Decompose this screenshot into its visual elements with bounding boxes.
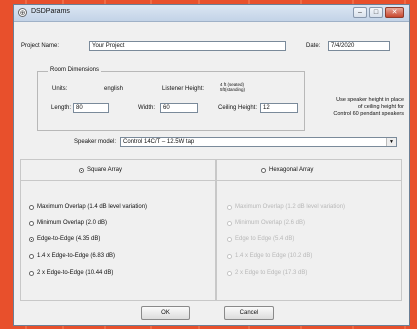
dsdparams-window: ⊕ DSDParams – □ ✕ Project Name: Your Pro… [13, 4, 410, 326]
cancel-button[interactable]: Cancel [224, 306, 274, 320]
speaker-model-label: Speaker model: [74, 139, 117, 145]
radio-selected-icon [79, 167, 84, 173]
radio-icon [227, 253, 232, 259]
ok-button[interactable]: OK [141, 306, 190, 320]
minimize-button[interactable]: – [353, 7, 367, 18]
listener-height-label: Listener Height: [162, 86, 205, 92]
close-button[interactable]: ✕ [385, 7, 404, 18]
hex-option-label: Minimum Overlap (2.6 dB) [235, 220, 306, 226]
radio-icon [29, 220, 34, 226]
hex-option-radio: Maximum Overlap (1.2 dB level variation) [227, 204, 345, 210]
length-label: Length: [51, 105, 72, 111]
hexagonal-array-panel: Hexagonal Array Maximum Overlap (1.2 dB … [216, 159, 402, 301]
radio-selected-icon [29, 236, 34, 242]
hex-option-label: Edge to Edge (5.4 dB) [235, 236, 295, 242]
radio-icon [29, 204, 34, 210]
room-dimensions-title: Room Dimensions [48, 67, 102, 73]
ceiling-height-input[interactable]: 12 [260, 103, 298, 113]
listener-height-value: 4 ft (seated) 5ft(standing) [220, 82, 246, 92]
window-title: DSDParams [31, 8, 70, 15]
square-option-label: 2 x Edge-to-Edge (10.44 dB) [37, 270, 114, 276]
chevron-down-icon[interactable]: ▼ [386, 138, 396, 146]
room-dimensions-group: Room Dimensions Units: english Listener … [37, 67, 305, 131]
radio-icon [261, 167, 266, 173]
square-option-radio[interactable]: 2 x Edge-to-Edge (10.44 dB) [29, 270, 113, 276]
app-icon: ⊕ [18, 8, 27, 17]
title-bar[interactable]: ⊕ DSDParams – □ ✕ [14, 5, 409, 22]
speaker-height-note: Use speaker height in place of ceiling h… [333, 97, 404, 117]
hex-option-radio: Minimum Overlap (2.6 dB) [227, 220, 305, 226]
date-input[interactable]: 7/4/2020 [328, 41, 390, 51]
square-array-radio[interactable]: Square Array [79, 167, 122, 173]
hexagonal-array-header: Hexagonal Array [217, 160, 401, 181]
project-name-input[interactable]: Your Project [89, 41, 286, 51]
square-option-radio[interactable]: Minimum Overlap (2.0 dB) [29, 220, 107, 226]
square-option-label: Maximum Overlap (1.4 dB level variation) [37, 204, 148, 210]
radio-icon [29, 253, 34, 259]
radio-icon [227, 236, 232, 242]
radio-icon [227, 220, 232, 226]
square-option-radio[interactable]: 1.4 x Edge-to-Edge (6.83 dB) [29, 253, 115, 259]
maximize-button[interactable]: □ [369, 7, 383, 18]
length-input[interactable]: 80 [73, 103, 109, 113]
square-array-panel: Square Array Maximum Overlap (1.4 dB lev… [20, 159, 216, 301]
hex-option-label: 2 x Edge to Edge (17.3 dB) [235, 270, 308, 276]
speaker-model-value: Control 14C/T – 12.5W tap [123, 139, 195, 145]
square-array-header: Square Array [21, 160, 215, 181]
units-label: Units: [52, 86, 68, 92]
square-option-radio[interactable]: Edge-to-Edge (4.35 dB) [29, 236, 100, 242]
square-option-label: Minimum Overlap (2.0 dB) [37, 220, 108, 226]
hex-option-radio: 2 x Edge to Edge (17.3 dB) [227, 270, 307, 276]
project-name-label: Project Name: [21, 43, 60, 49]
date-label: Date: [306, 43, 321, 49]
square-option-radio[interactable]: Maximum Overlap (1.4 dB level variation) [29, 204, 147, 210]
radio-icon [29, 270, 34, 276]
hex-option-label: Maximum Overlap (1.2 dB level variation) [235, 204, 346, 210]
width-input[interactable]: 60 [160, 103, 198, 113]
hexagonal-array-label: Hexagonal Array [269, 167, 314, 173]
hexagonal-array-radio[interactable]: Hexagonal Array [261, 167, 313, 173]
radio-icon [227, 204, 232, 210]
radio-icon [227, 270, 232, 276]
units-value: english [104, 86, 124, 92]
square-option-label: 1.4 x Edge-to-Edge (6.83 dB) [37, 253, 116, 259]
square-option-label: Edge-to-Edge (4.35 dB) [37, 236, 101, 242]
square-array-label: Square Array [87, 167, 123, 173]
speaker-model-select[interactable]: Control 14C/T – 12.5W tap ▼ [120, 137, 397, 147]
hex-option-label: 1.4 x Edge to Edge (10.2 dB) [235, 253, 313, 259]
width-label: Width: [138, 105, 156, 111]
ceiling-height-label: Ceiling Height: [218, 105, 258, 111]
hex-option-radio: Edge to Edge (5.4 dB) [227, 236, 294, 242]
hex-option-radio: 1.4 x Edge to Edge (10.2 dB) [227, 253, 312, 259]
